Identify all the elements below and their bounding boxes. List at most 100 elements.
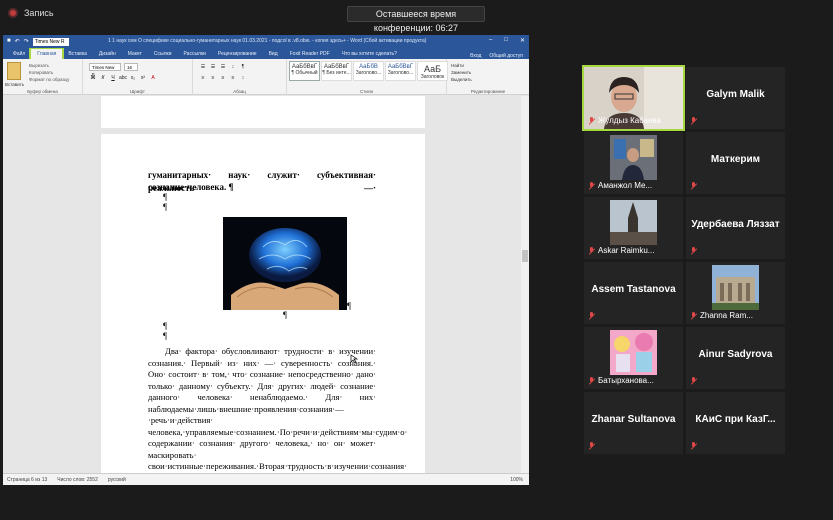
status-bar: Страница 6 из 13 Число слов: 2552 русски…	[3, 473, 529, 485]
bullets-icon[interactable]: ☰	[199, 63, 207, 71]
tab-insert[interactable]: Вставка	[62, 49, 93, 59]
participant-tile-3[interactable]: Аманжол Ме...	[584, 132, 683, 194]
page-count[interactable]: Страница 6 из 13	[7, 477, 47, 483]
muted-mic-icon	[588, 312, 595, 320]
participant-name: Батырханова...	[598, 376, 654, 385]
participant-tile-5[interactable]: Askar Raimku...	[584, 197, 683, 259]
tab-review[interactable]: Рецензирование	[212, 49, 263, 59]
numbering-icon[interactable]: ☰	[209, 63, 217, 71]
pilcrow: ¶	[163, 202, 168, 212]
participant-name: Маткерим	[710, 154, 761, 165]
language-indicator[interactable]: русский	[108, 477, 126, 483]
font-size-select[interactable]: 16	[124, 63, 138, 71]
font-color-icon[interactable]: А	[149, 74, 157, 82]
paste-label: Вставить	[5, 82, 25, 87]
participant-name: Удербаева Ляззат	[691, 219, 780, 230]
participant-tile-6[interactable]: Удербаева Ляззат	[686, 197, 785, 259]
brain-image[interactable]	[223, 217, 347, 310]
superscript-icon[interactable]: x²	[139, 74, 147, 82]
font-name-select[interactable]: Times New F	[89, 63, 121, 77]
pilcrow: ¶	[163, 331, 168, 341]
align-center-icon[interactable]: ≡	[209, 74, 217, 82]
document-area[interactable]: гуманитарных· наук· служит· субъективная…	[3, 96, 521, 485]
pilcrow: ¶	[163, 321, 168, 331]
italic-icon[interactable]: К	[99, 74, 107, 82]
multilevel-icon[interactable]: ☰	[219, 63, 227, 71]
minimize-icon[interactable]: –	[489, 37, 492, 44]
tab-layout[interactable]: Макет	[122, 49, 148, 59]
quick-access-toolbar: ■ ↶ ↷	[3, 38, 29, 45]
style-normal[interactable]: АаБбВвГ ¶ Обычный	[289, 61, 320, 81]
group-label: Абзац	[233, 89, 246, 94]
tab-home[interactable]: Главная	[29, 47, 65, 61]
find-button[interactable]: Найти	[451, 62, 472, 69]
muted-mic-icon	[690, 182, 697, 190]
close-icon[interactable]: ✕	[520, 37, 525, 44]
redo-icon[interactable]: ↷	[24, 38, 29, 45]
subscript-icon[interactable]: x₂	[129, 74, 137, 82]
justify-icon[interactable]: ≡	[229, 74, 237, 82]
group-paragraph: ☰ ☰ ☰ ↕ ¶ ≡ ≡ ≡ ≡ ↕ Абзац	[193, 59, 287, 95]
word-count[interactable]: Число слов: 2552	[57, 477, 98, 483]
save-icon[interactable]: ■	[7, 38, 11, 45]
participant-name: Assem Tastanova	[591, 284, 676, 295]
bold-text-line: сознание·человека. ¶	[148, 182, 234, 192]
muted-mic-icon	[588, 247, 595, 255]
bold-icon[interactable]: Ж	[89, 74, 97, 82]
participant-tile-2[interactable]: Galym Malik	[686, 67, 785, 129]
participant-tile-9[interactable]: Батырханова...	[584, 327, 683, 389]
align-left-icon[interactable]: ≡	[199, 74, 207, 82]
format-painter-button[interactable]: Формат по образцу	[29, 76, 69, 83]
style-heading1[interactable]: АаБбВ Заголово...	[353, 61, 384, 81]
group-label: Шрифт	[130, 89, 145, 94]
participant-tile-4[interactable]: Маткерим	[686, 132, 785, 194]
tab-foxit[interactable]: Foxit Reader PDF	[284, 49, 336, 59]
style-no-spacing[interactable]: АаБбВвГ ¶ Без инте...	[321, 61, 352, 81]
tell-me-search[interactable]: Что вы хотите сделать?	[336, 49, 403, 59]
style-heading2[interactable]: АаБбВвГ Заголово...	[385, 61, 416, 81]
current-page[interactable]: гуманитарных· наук· служит· субъективная…	[101, 134, 425, 485]
participant-tile-8[interactable]: Zhanna Ram...	[686, 262, 785, 324]
paste-icon[interactable]	[7, 62, 21, 80]
participant-tile-12[interactable]: КАиС при КазГ...	[686, 392, 785, 454]
mouse-cursor-icon	[350, 354, 358, 364]
style-title[interactable]: АаБ Заголовок	[417, 61, 448, 81]
select-button[interactable]: Выделить	[451, 76, 472, 83]
underline-icon[interactable]: Ч	[109, 74, 117, 82]
pilcrow: ¶	[347, 301, 352, 311]
group-styles: АаБбВвГ ¶ Обычный АаБбВвГ ¶ Без инте... Аа…	[287, 59, 448, 95]
paragraph-text: Два· фактора· обусловливают· трудности· …	[148, 346, 408, 485]
tab-file[interactable]: Файл	[7, 49, 31, 59]
copy-button[interactable]: Копировать	[29, 69, 69, 76]
tab-design[interactable]: Дизайн	[93, 49, 122, 59]
scrollbar-thumb[interactable]	[522, 250, 528, 262]
tab-view[interactable]: Вид	[263, 49, 284, 59]
replace-button[interactable]: Заменить	[451, 69, 472, 76]
participant-video	[610, 200, 657, 245]
ribbon-tabs: Файл Главная Вставка Дизайн Макет Ссылки…	[3, 47, 529, 61]
participant-tile-7[interactable]: Assem Tastanova	[584, 262, 683, 324]
participant-tile-11[interactable]: Zhanar Sultanova	[584, 392, 683, 454]
show-marks-icon[interactable]: ¶	[239, 63, 247, 71]
recording-indicator[interactable]: Запись	[8, 8, 54, 18]
vertical-scrollbar[interactable]	[521, 96, 529, 473]
group-label: Редактирование	[470, 89, 506, 94]
undo-icon[interactable]: ↶	[15, 38, 20, 45]
participant-tile-10[interactable]: Ainur Sadyrova	[686, 327, 785, 389]
tab-references[interactable]: Ссылки	[148, 49, 178, 59]
maximize-icon[interactable]: □	[504, 37, 508, 44]
zoom-level[interactable]: 100%	[510, 477, 529, 483]
participant-name: Zhanna Ram...	[700, 311, 753, 320]
muted-mic-icon	[588, 442, 595, 450]
participant-tile-1[interactable]: Жулдыз Кабаева	[582, 65, 685, 131]
cut-button[interactable]: Вырезать	[29, 62, 69, 69]
participant-name: Аманжол Ме...	[598, 181, 653, 190]
quick-font-box[interactable]: Times New R	[32, 37, 69, 46]
tab-mailings[interactable]: Рассылки	[178, 49, 212, 59]
participant-video	[610, 135, 657, 180]
sort-icon[interactable]: ↕	[229, 63, 237, 71]
ribbon-home: Вставить Вырезать Копировать Формат по о…	[3, 59, 529, 95]
strikethrough-icon[interactable]: abc	[119, 74, 127, 82]
line-spacing-icon[interactable]: ↕	[239, 74, 247, 82]
align-right-icon[interactable]: ≡	[219, 74, 227, 82]
